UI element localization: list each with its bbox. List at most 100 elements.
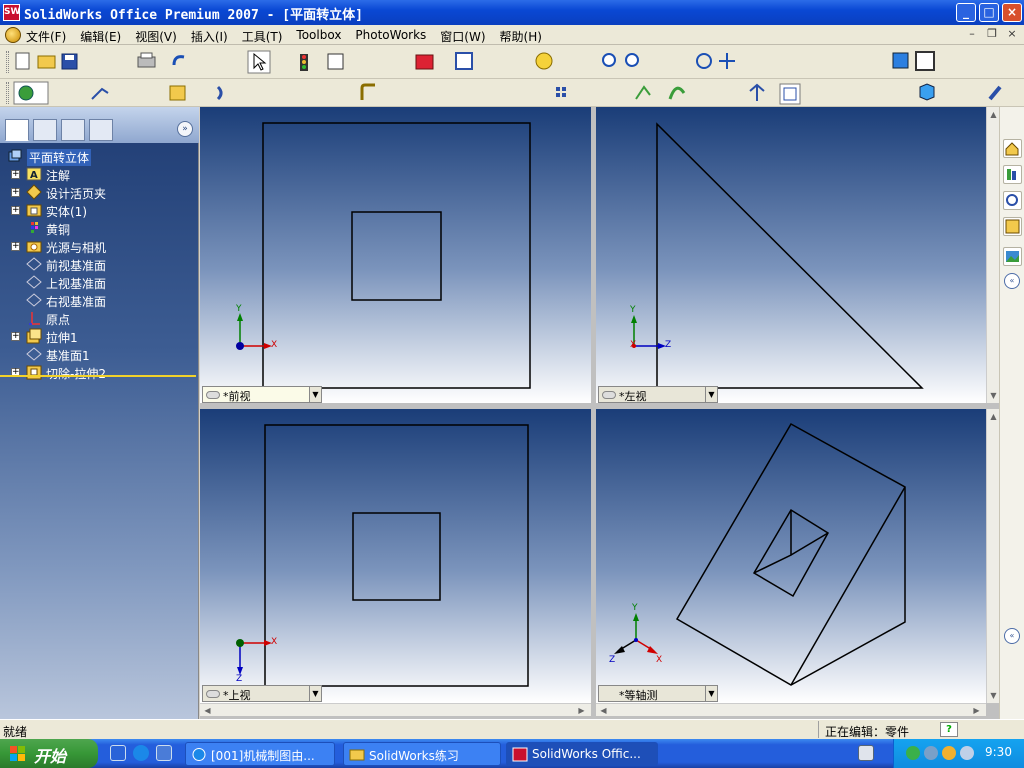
collapse-task-pane-icon[interactable]: « <box>1004 273 1020 289</box>
network-icon[interactable] <box>906 746 920 760</box>
doc-close-button[interactable]: × <box>1004 27 1020 42</box>
chevron-down-icon[interactable]: ▼ <box>705 387 717 402</box>
scroll-left-icon[interactable]: ◀ <box>202 705 213 716</box>
tree-item-origin[interactable]: 原点 <box>0 309 199 327</box>
graphics-area: Y X *前视 ▼ Y Z X *左视 ▼ ▲ ▼ X Z *上视 ▼ ◀ ▶ … <box>200 107 999 719</box>
expand-task-pane-icon[interactable]: « <box>1004 628 1020 644</box>
menu-toolbox[interactable]: Toolbox <box>296 28 341 45</box>
tab-property-manager[interactable] <box>33 119 57 141</box>
view-selector-isometric[interactable]: *等轴测 ▼ <box>598 685 718 702</box>
link-view-icon[interactable] <box>602 391 616 399</box>
minimize-button[interactable]: _ <box>956 3 976 22</box>
chevron-down-icon[interactable]: ▼ <box>309 387 321 402</box>
menu-file[interactable]: 文件(F) <box>26 28 66 45</box>
ie-icon <box>192 748 206 761</box>
horizontal-scrollbar-iso-view[interactable]: ◀ ▶ <box>596 703 986 716</box>
viewport-isometric[interactable]: Y X Z *等轴测 ▼ <box>596 409 986 703</box>
tab-photoworks[interactable] <box>89 119 113 141</box>
menu-photoworks[interactable]: PhotoWorks <box>355 28 426 45</box>
windows-taskbar: 开始 [001]机械制图由... SolidWorks练习 SolidWorks… <box>0 739 1024 768</box>
chevron-down-icon[interactable]: ▼ <box>705 686 717 701</box>
vertical-scrollbar-left-view[interactable]: ▲ ▼ <box>986 107 999 403</box>
close-button[interactable]: × <box>1002 3 1022 22</box>
tab-feature-manager[interactable] <box>5 119 29 141</box>
scroll-up-icon[interactable]: ▲ <box>988 109 999 120</box>
link-view-icon[interactable] <box>206 391 220 399</box>
appearances-icon[interactable] <box>1003 247 1022 266</box>
tree-item-front-plane[interactable]: 前视基准面 <box>0 255 199 273</box>
view-palette-icon[interactable] <box>1003 217 1022 236</box>
chevron-down-icon[interactable]: ▼ <box>309 686 321 701</box>
scroll-up-icon[interactable]: ▲ <box>988 411 999 422</box>
vertical-scrollbar-iso-view[interactable]: ▲ ▼ <box>986 409 999 703</box>
expand-icon[interactable]: + <box>11 332 20 341</box>
quick-launch-icon[interactable] <box>156 745 172 761</box>
quick-tips-icon[interactable]: ? <box>940 722 958 737</box>
curves-icon <box>668 86 686 100</box>
menu-view[interactable]: 视图(V) <box>135 28 177 45</box>
doc-minimize-button[interactable]: – <box>964 27 980 42</box>
viewport-left[interactable]: Y Z X *左视 ▼ <box>596 107 986 403</box>
component-icon <box>415 54 434 70</box>
new-document-icon <box>15 52 30 70</box>
viewport-front[interactable]: Y X *前视 ▼ <box>200 107 591 403</box>
tree-item-right-plane[interactable]: 右视基准面 <box>0 291 199 309</box>
solidworks-app-icon[interactable]: SW <box>3 4 20 21</box>
expand-icon[interactable]: + <box>11 170 20 179</box>
viewport-top[interactable]: X Z *上视 ▼ <box>200 409 591 703</box>
tree-root-part[interactable]: 平面转立体 <box>0 147 199 166</box>
tree-item-solid-bodies[interactable]: + 实体(1) <box>0 201 199 219</box>
design-library-icon[interactable] <box>1003 165 1022 184</box>
expand-icon[interactable]: + <box>11 242 20 251</box>
link-view-icon[interactable] <box>206 690 220 698</box>
tree-item-lights-cameras[interactable]: + 光源与相机 <box>0 237 199 255</box>
view-selector-front[interactable]: *前视 ▼ <box>202 386 322 403</box>
scroll-down-icon[interactable]: ▼ <box>988 690 999 701</box>
internet-explorer-icon[interactable] <box>133 745 149 761</box>
view-selector-left[interactable]: *左视 ▼ <box>598 386 718 403</box>
scroll-right-icon[interactable]: ▶ <box>576 705 587 716</box>
title-bar[interactable]: SW SolidWorks Office Premium 2007 - [平面转… <box>0 0 1024 25</box>
maximize-button[interactable]: □ <box>979 3 999 22</box>
tab-configuration-manager[interactable] <box>61 119 85 141</box>
tree-item-design-binder[interactable]: + 设计活页夹 <box>0 183 199 201</box>
axis-label-y: Y <box>632 603 638 613</box>
tree-item-material[interactable]: 黄铜 <box>0 219 199 237</box>
design-binder-icon <box>26 184 42 200</box>
clock[interactable]: 9:30 <box>985 745 1012 759</box>
file-explorer-icon[interactable] <box>1003 191 1022 210</box>
solidworks-logo-icon[interactable] <box>5 27 21 43</box>
messenger-icon[interactable] <box>942 746 956 760</box>
menu-insert[interactable]: 插入(I) <box>191 28 228 45</box>
keyboard-icon[interactable] <box>858 745 874 761</box>
expand-icon[interactable]: + <box>11 206 20 215</box>
solidworks-window: SW SolidWorks Office Premium 2007 - [平面转… <box>0 0 1024 768</box>
scroll-down-icon[interactable]: ▼ <box>988 390 999 401</box>
expand-icon[interactable]: + <box>11 188 20 197</box>
taskbar-item-folder[interactable]: SolidWorks练习 <box>343 742 501 766</box>
menu-tools[interactable]: 工具(T) <box>242 28 283 45</box>
collapse-panel-icon[interactable]: » <box>177 121 193 137</box>
tree-item-plane1[interactable]: 基准面1 <box>0 345 199 363</box>
scroll-left-icon[interactable]: ◀ <box>598 705 609 716</box>
lights-cameras-icon <box>26 241 42 253</box>
tree-item-top-plane[interactable]: 上视基准面 <box>0 273 199 291</box>
view-selector-top[interactable]: *上视 ▼ <box>202 685 322 702</box>
taskbar-item-browser[interactable]: [001]机械制图由... <box>185 742 335 766</box>
speaker-icon[interactable] <box>924 746 938 760</box>
rollback-bar[interactable] <box>0 375 196 377</box>
tree-item-cut-extrude2[interactable]: + 切除-拉伸2 <box>0 363 199 381</box>
home-icon[interactable] <box>1003 139 1022 158</box>
menu-help[interactable]: 帮助(H) <box>500 28 542 45</box>
show-desktop-icon[interactable] <box>110 745 126 761</box>
tree-item-annotations[interactable]: + A 注解 <box>0 165 199 183</box>
taskbar-item-solidworks[interactable]: SolidWorks Offic... <box>506 742 658 766</box>
start-button[interactable]: 开始 <box>0 739 98 768</box>
menu-window[interactable]: 窗口(W) <box>440 28 485 45</box>
doc-restore-button[interactable]: ❐ <box>984 27 1000 42</box>
scroll-right-icon[interactable]: ▶ <box>971 705 982 716</box>
menu-edit[interactable]: 编辑(E) <box>80 28 121 45</box>
tree-item-extrude1[interactable]: + 拉伸1 <box>0 327 199 345</box>
security-icon[interactable] <box>960 746 974 760</box>
horizontal-scrollbar-top-view[interactable]: ◀ ▶ <box>200 703 591 716</box>
